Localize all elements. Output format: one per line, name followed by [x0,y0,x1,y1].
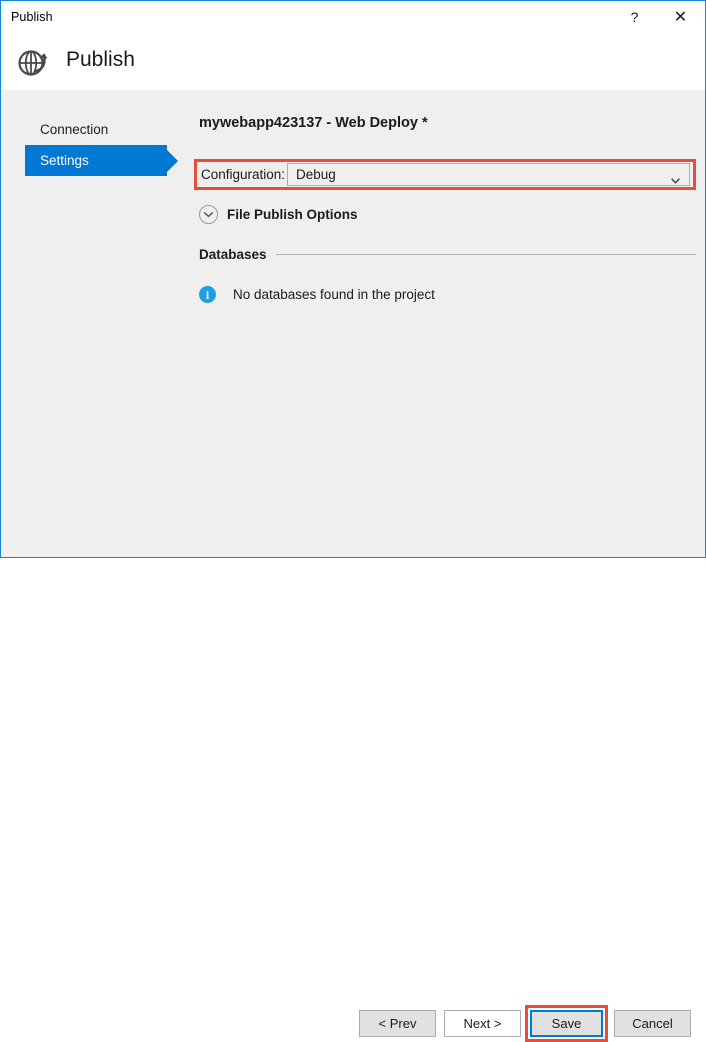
chevron-down-icon [671,172,680,178]
window-title: Publish [11,10,53,24]
configuration-label: Configuration: [201,167,285,182]
sidebar-item-connection[interactable]: Connection [25,114,167,145]
cancel-button-label: Cancel [632,1016,672,1031]
close-icon: ✕ [674,7,687,27]
prev-button[interactable]: < Prev [359,1010,436,1037]
sidebar-item-settings[interactable]: Settings [25,145,167,176]
databases-group-title: Databases [199,247,267,262]
publish-dialog-window: Publish ? ✕ Publish Connection [0,0,706,558]
no-databases-message-row: i No databases found in the project [199,286,435,303]
sidebar-item-label: Settings [40,153,89,168]
close-button[interactable]: ✕ [658,1,703,33]
file-publish-options-label: File Publish Options [227,207,358,222]
databases-group-header: Databases [199,247,696,262]
configuration-value: Debug [296,167,336,182]
settings-pane: mywebapp423137 - Web Deploy * Configurat… [177,90,705,557]
question-mark-icon: ? [631,9,639,25]
next-button[interactable]: Next > [444,1010,521,1037]
sidebar-item-label: Connection [40,122,108,137]
chevron-down-circle-icon [199,205,218,224]
globe-publish-icon [16,45,50,79]
dialog-header: Publish [1,34,705,90]
sidebar: Connection Settings [1,90,177,557]
page-title: Publish [66,48,135,72]
cancel-button[interactable]: Cancel [614,1010,691,1037]
dialog-footer: < Prev Next > Save Cancel [1,497,705,557]
save-button-label: Save [552,1016,582,1031]
prev-button-label: < Prev [379,1016,417,1031]
info-icon: i [199,286,216,303]
save-button[interactable]: Save [530,1010,603,1037]
next-button-label: Next > [464,1016,502,1031]
databases-group-divider [276,254,696,255]
file-publish-options-expander[interactable]: File Publish Options [199,203,358,225]
dialog-body: Connection Settings mywebapp423137 - Web… [1,90,705,557]
title-bar: Publish ? ✕ [1,1,705,34]
help-button[interactable]: ? [612,1,657,33]
publish-profile-title: mywebapp423137 - Web Deploy * [199,115,428,131]
configuration-dropdown[interactable]: Debug [287,163,690,186]
no-databases-message: No databases found in the project [233,287,435,302]
